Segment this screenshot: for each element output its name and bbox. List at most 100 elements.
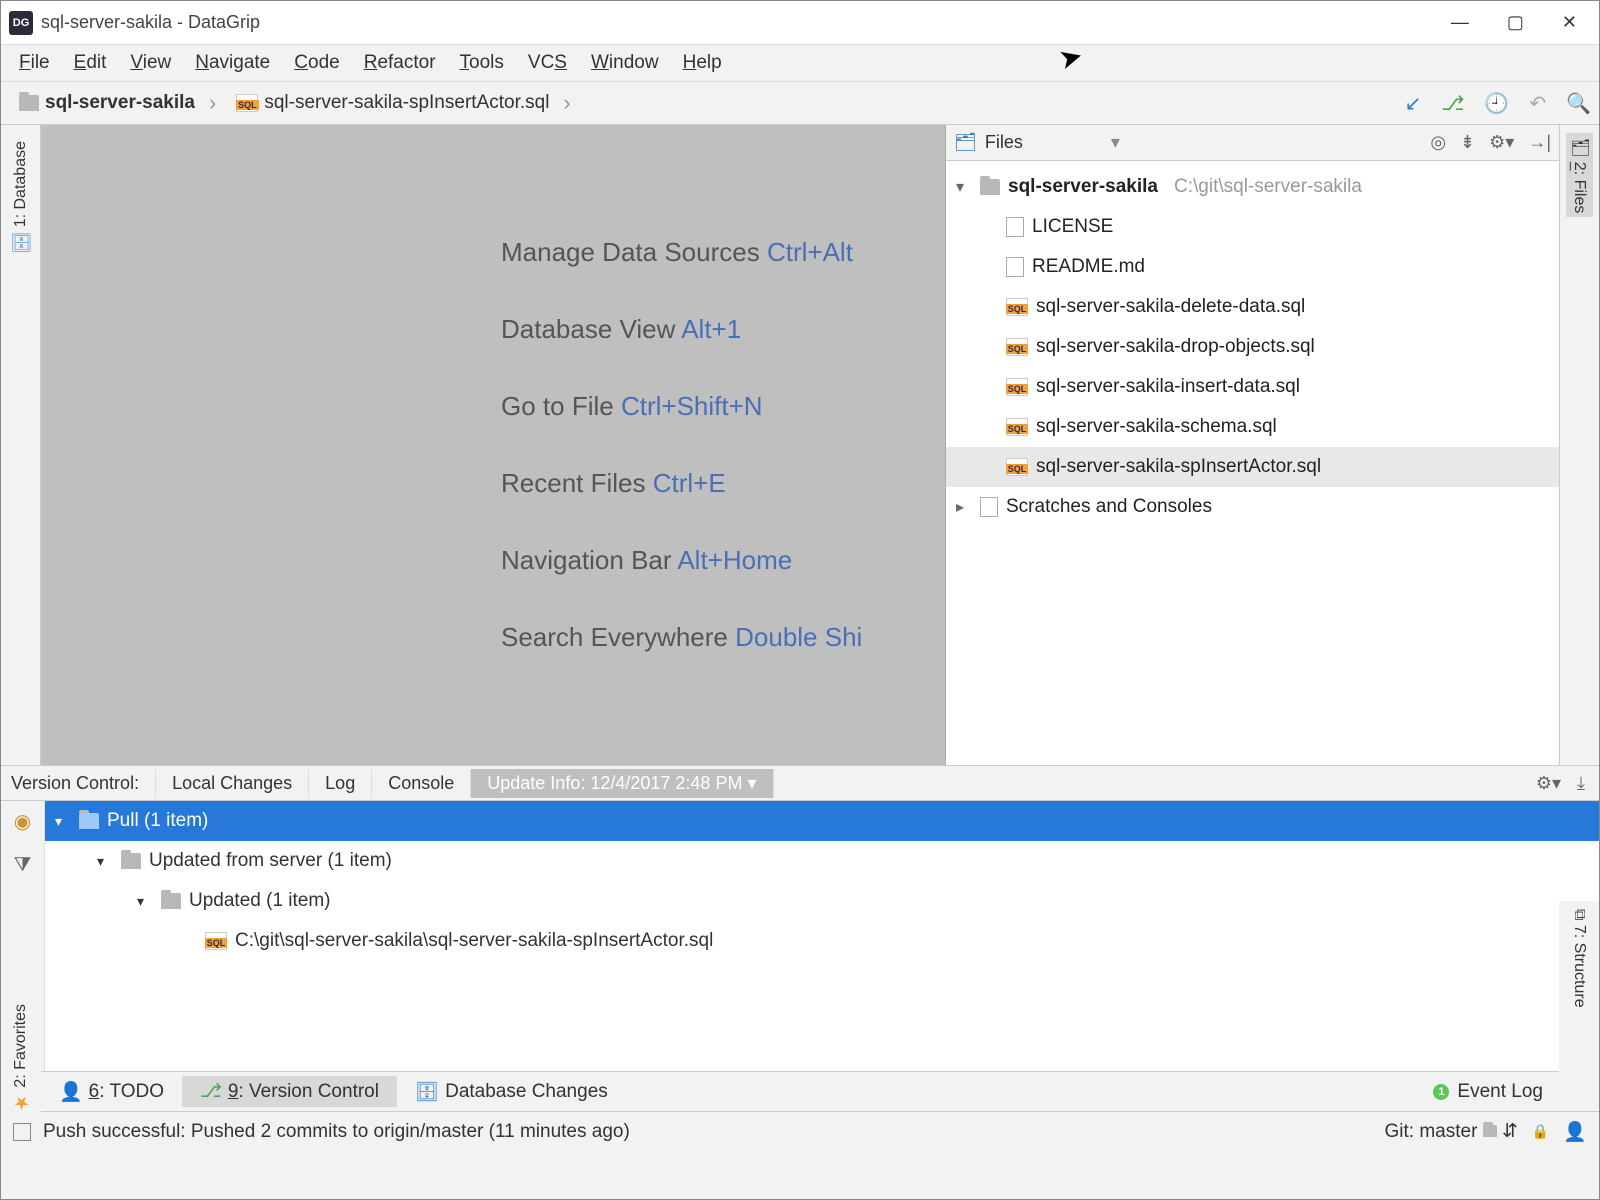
menu-help[interactable]: Help <box>673 48 732 78</box>
menu-edit[interactable]: Edit <box>64 48 117 78</box>
vcs-tab-log[interactable]: Log <box>309 769 372 798</box>
status-message: Push successful: Pushed 2 commits to ori… <box>43 1121 630 1143</box>
menu-vcs[interactable]: VCS <box>518 48 577 78</box>
tree-file-license[interactable]: LICENSE <box>946 207 1559 247</box>
vcs-tree-updated-from-server[interactable]: ▾ Updated from server (1 item) <box>45 841 1599 881</box>
db-changes-icon: 🗄 <box>415 1080 439 1104</box>
tree-file-drop-objects[interactable]: SQLsql-server-sakila-drop-objects.sql <box>946 327 1559 367</box>
chevron-down-icon[interactable]: ▾ <box>97 853 113 870</box>
menu-code[interactable]: Code <box>284 48 349 78</box>
vcs-tab-local-changes[interactable]: Local Changes <box>156 769 309 798</box>
bottom-tab-todo[interactable]: 👤6: TODO <box>41 1076 182 1108</box>
target-icon[interactable]: ◎ <box>1430 132 1446 153</box>
chevron-down-icon[interactable]: ▾ <box>55 813 71 830</box>
vcs-branch-icon[interactable]: ⎇ <box>1441 91 1464 116</box>
star-icon: ★ <box>11 1092 31 1113</box>
folder-icon <box>980 179 1000 195</box>
welcome-hints: Manage Data Sources Ctrl+Alt Database Vi… <box>41 125 945 765</box>
hint-database-view: Database View Alt+1 <box>501 314 945 345</box>
toolwindow-database[interactable]: 🗄 1: Database <box>6 137 36 259</box>
files-header-label[interactable]: Files <box>985 132 1023 153</box>
version-control-header: Version Control: Local Changes Log Conso… <box>1 765 1599 801</box>
structure-icon: ⧉ <box>1571 909 1588 920</box>
vcs-tree-pull[interactable]: ▾ Pull (1 item) <box>45 801 1599 841</box>
memory-icon[interactable]: 👤 <box>1563 1120 1587 1144</box>
group-by-icon[interactable]: ◉ <box>14 809 31 834</box>
bottom-tab-version-control[interactable]: ⎇9: Version Control <box>182 1076 397 1107</box>
window-controls: — ▢ ✕ <box>1451 12 1591 33</box>
main-area: 🗄 1: Database Manage Data Sources Ctrl+A… <box>1 125 1599 765</box>
gear-icon[interactable]: ⚙▾ <box>1536 773 1561 794</box>
tree-file-readme[interactable]: README.md <box>946 247 1559 287</box>
tree-file-delete-data[interactable]: SQLsql-server-sakila-delete-data.sql <box>946 287 1559 327</box>
vcs-pull-icon[interactable]: ↙ <box>1405 91 1422 116</box>
bottom-toolwindows: 👤6: TODO ⎇9: Version Control 🗄Database C… <box>1 1071 1599 1111</box>
menu-refactor[interactable]: Refactor <box>354 48 446 78</box>
status-box-icon[interactable] <box>13 1123 31 1141</box>
status-bar: Push successful: Pushed 2 commits to ori… <box>1 1111 1599 1151</box>
breadcrumb-file[interactable]: SQL sql-server-sakila-spInsertActor.sql <box>226 88 580 118</box>
menu-view[interactable]: View <box>120 48 181 78</box>
vcs-tab-update-info[interactable]: Update Info: 12/4/2017 2:48 PM ▾ <box>471 769 773 798</box>
search-icon[interactable]: 🔍 <box>1566 91 1591 116</box>
tree-project-root[interactable]: ▾ sql-server-sakila C:\git\sql-server-sa… <box>946 167 1559 207</box>
chevron-down-icon[interactable]: ▾ <box>137 893 153 910</box>
left-toolwindow-bar: 🗄 1: Database <box>1 125 41 765</box>
menu-tools[interactable]: Tools <box>450 48 514 78</box>
menubar: File Edit View Navigate Code Refactor To… <box>1 45 1599 81</box>
vcs-history-icon[interactable]: 🕘 <box>1484 91 1509 116</box>
undo-icon[interactable]: ↶ <box>1529 91 1546 116</box>
toolwindow-structure[interactable]: ⧉ 7: Structure <box>1568 901 1590 1016</box>
folder-icon <box>161 893 181 909</box>
chevron-down-icon[interactable]: ▾ <box>1111 132 1120 153</box>
files-panel: 🗂 Files ▾ ◎ ⇟ ⚙▾ →| ▾ sql-server-sakila … <box>945 125 1559 765</box>
sql-file-icon: SQL <box>1006 378 1028 396</box>
vcs-updated-from-server-label: Updated from server (1 item) <box>149 850 392 872</box>
lock-icon[interactable]: 🔒 <box>1532 1123 1549 1140</box>
breadcrumb-root[interactable]: sql-server-sakila <box>9 88 226 118</box>
tree-file-schema[interactable]: SQLsql-server-sakila-schema.sql <box>946 407 1559 447</box>
bottom-tab-event-log[interactable]: Event Log <box>1457 1081 1543 1103</box>
toolwindow-files[interactable]: 🗂 2: Files <box>1566 133 1593 217</box>
breadcrumb-root-label: sql-server-sakila <box>45 92 195 114</box>
nav-toolbar: sql-server-sakila SQL sql-server-sakila-… <box>1 81 1599 125</box>
gear-icon[interactable]: ⚙▾ <box>1489 132 1514 153</box>
git-branch-status[interactable]: Git: master ⇵ <box>1385 1120 1518 1143</box>
minimize-icon[interactable]: — <box>1451 12 1469 33</box>
vcs-file-path: C:\git\sql-server-sakila\sql-server-saki… <box>235 930 713 952</box>
tree-file-spinsertactor[interactable]: SQLsql-server-sakila-spInsertActor.sql <box>946 447 1559 487</box>
vcs-tab-console[interactable]: Console <box>372 769 471 798</box>
close-icon[interactable]: ✕ <box>1562 12 1577 33</box>
vcs-tree-updated[interactable]: ▾ Updated (1 item) <box>45 881 1599 921</box>
menu-navigate[interactable]: Navigate <box>185 48 280 78</box>
maximize-icon[interactable]: ▢ <box>1507 12 1524 33</box>
todo-icon: 👤 <box>59 1080 83 1104</box>
right-toolwindow-bar: 🗂 2: Files <box>1559 125 1599 765</box>
scratches-label: Scratches and Consoles <box>1006 496 1212 518</box>
menu-window[interactable]: Window <box>581 48 669 78</box>
scratches-icon <box>980 497 998 517</box>
bottom-tab-database-changes[interactable]: 🗄Database Changes <box>397 1076 626 1108</box>
sql-file-icon: SQL <box>236 94 258 112</box>
hide-icon[interactable]: →| <box>1528 132 1551 153</box>
vcs-update-tree: ▾ Pull (1 item) ▾ Updated from server (1… <box>45 801 1599 1071</box>
folder-icon <box>79 813 99 829</box>
chevron-down-icon[interactable]: ▾ <box>956 177 972 197</box>
tree-file-insert-data[interactable]: SQLsql-server-sakila-insert-data.sql <box>946 367 1559 407</box>
chevron-right-icon[interactable]: ▸ <box>956 497 972 517</box>
sql-file-icon: SQL <box>1006 298 1028 316</box>
file-icon <box>1006 217 1024 237</box>
favorites-label: 2: Favorites <box>12 1004 29 1088</box>
files-tree: ▾ sql-server-sakila C:\git\sql-server-sa… <box>946 161 1559 765</box>
vcs-title: Version Control: <box>1 769 156 798</box>
toolwindow-favorites[interactable]: ★ 2: Favorites <box>8 996 34 1121</box>
hint-manage-datasources: Manage Data Sources Ctrl+Alt <box>501 237 945 268</box>
titlebar: DG sql-server-sakila - DataGrip — ▢ ✕ <box>1 1 1599 45</box>
tree-scratches[interactable]: ▸ Scratches and Consoles <box>946 487 1559 527</box>
menu-file[interactable]: File <box>9 48 60 78</box>
hint-goto-file: Go to File Ctrl+Shift+N <box>501 391 945 422</box>
files-header-icon: 🗂 <box>954 132 977 153</box>
hide-panel-icon[interactable]: ⤓ <box>1577 773 1585 794</box>
collapse-icon[interactable]: ⇟ <box>1460 132 1475 153</box>
vcs-tree-file[interactable]: SQL C:\git\sql-server-sakila\sql-server-… <box>45 921 1599 961</box>
